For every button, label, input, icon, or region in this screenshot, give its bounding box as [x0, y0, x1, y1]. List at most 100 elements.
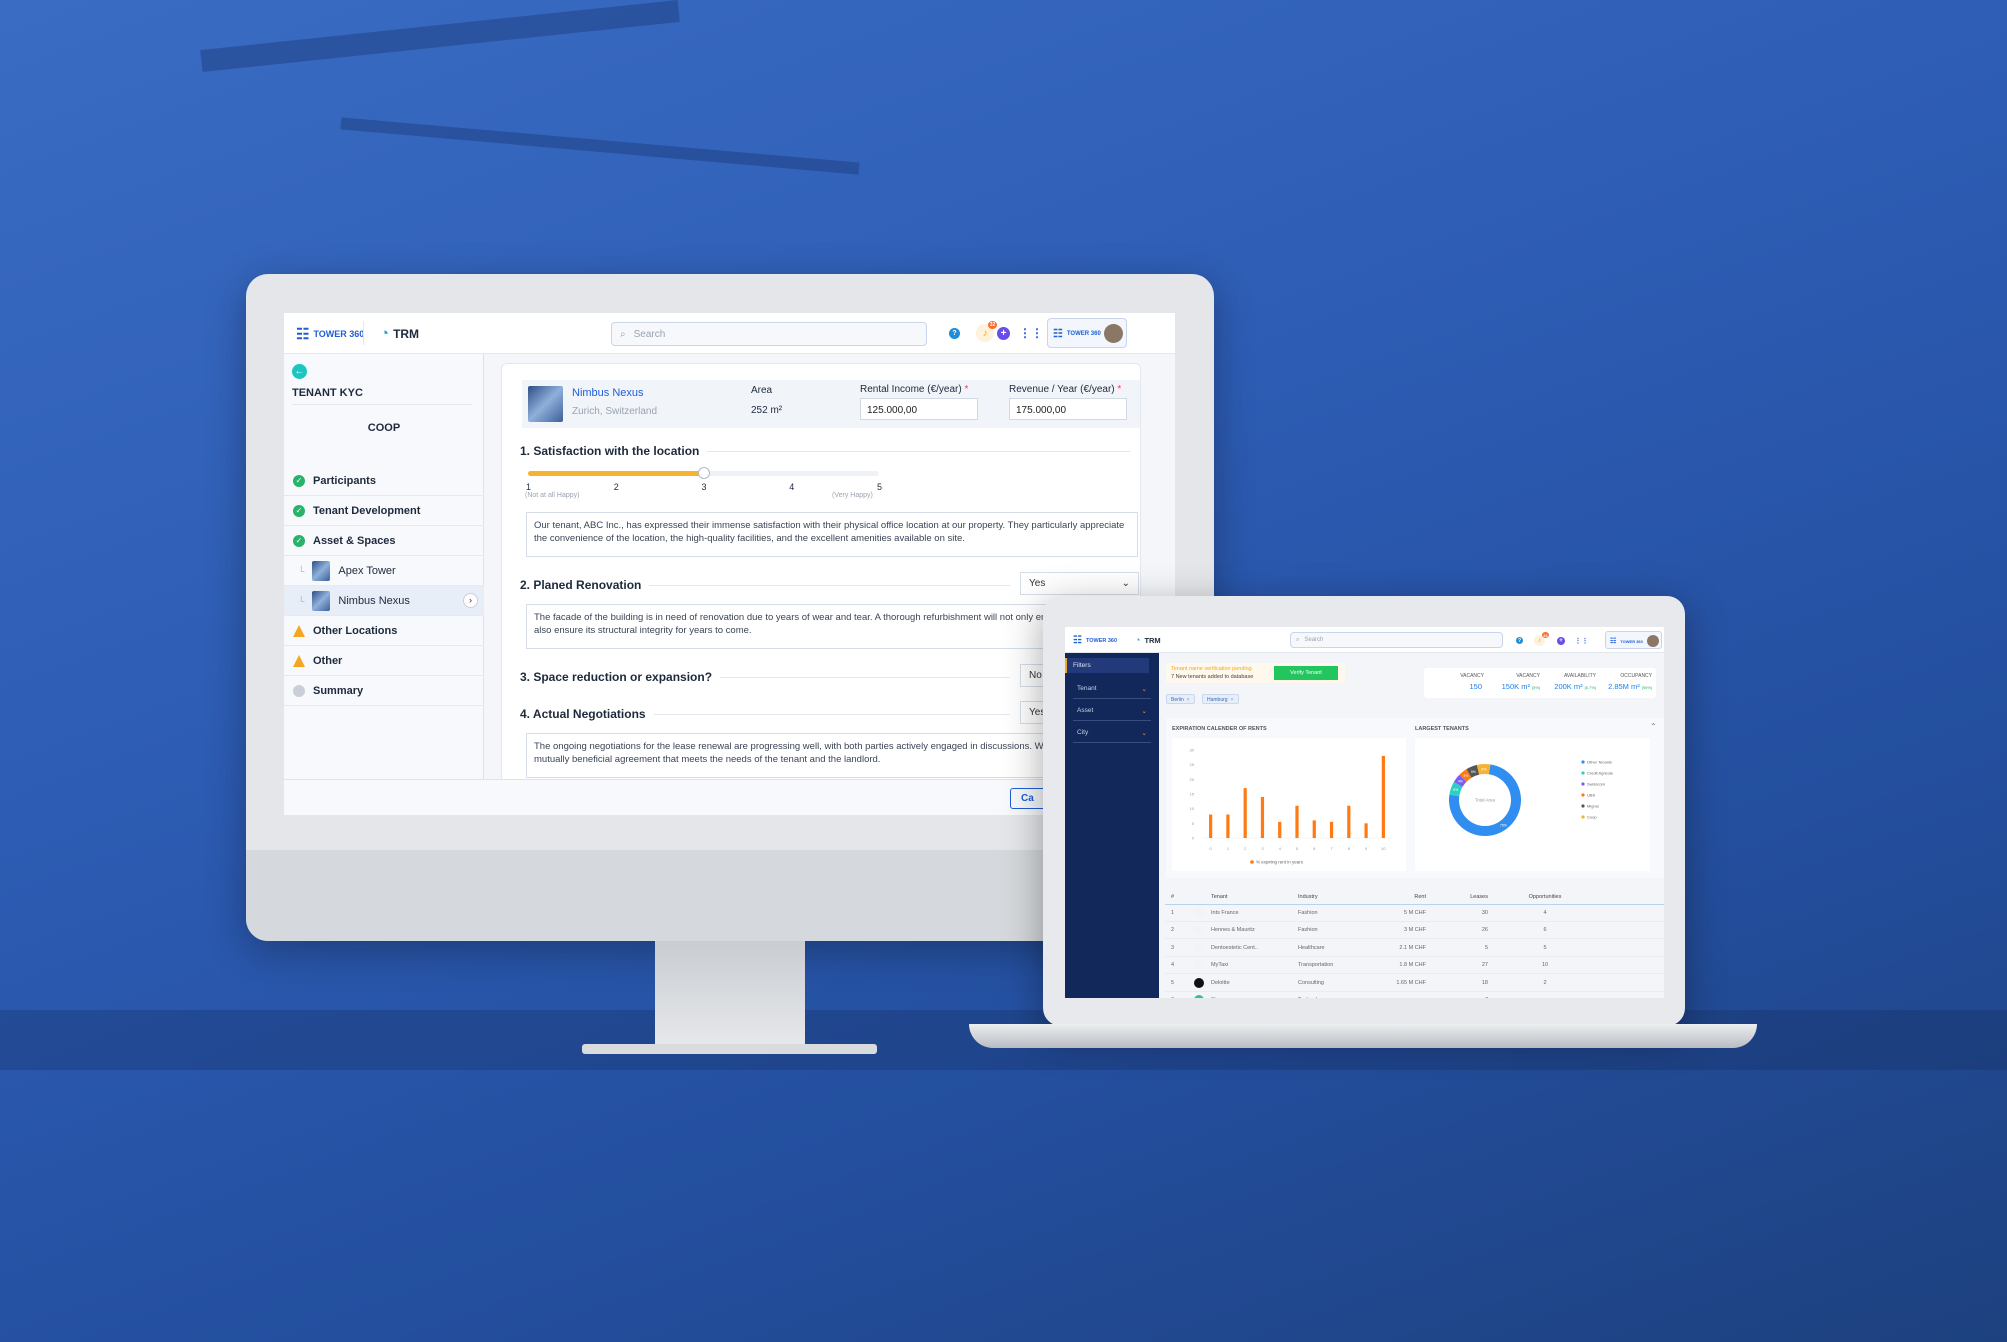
table-row[interactable]: 1 Ints France Fashion 5 M CHF 30 4 — [1165, 905, 1664, 922]
laptop-base — [969, 1024, 1757, 1048]
question-1-notes[interactable]: Our tenant, ABC Inc., has expressed thei… — [526, 512, 1138, 557]
property-name[interactable]: Nimbus Nexus — [572, 387, 644, 399]
column-header[interactable]: # — [1171, 894, 1174, 900]
filter-dropdown[interactable]: Asset ⌄ — [1073, 701, 1151, 721]
pending-circle-icon — [293, 684, 305, 697]
filter-chip[interactable]: Berlin × — [1166, 694, 1195, 704]
account-switcher[interactable]: ☷ TOWER 360 — [1605, 631, 1662, 649]
check-circle-icon: ✓ — [293, 474, 305, 487]
table-cell: Ints France — [1211, 910, 1239, 916]
back-button[interactable]: ← — [292, 364, 307, 379]
slice-label: 75% — [1500, 823, 1507, 827]
building-icon: ☷ — [296, 326, 310, 343]
filter-dropdown[interactable]: City ⌄ — [1073, 723, 1151, 743]
verify-tenant-button[interactable]: Verify Tenant — [1274, 666, 1338, 680]
table-cell: Transportation — [1298, 962, 1334, 969]
bar — [1347, 805, 1351, 838]
apps-grid-icon[interactable]: ⋮⋮ — [1575, 636, 1589, 645]
filter-chip[interactable]: Hamburg × — [1202, 694, 1239, 704]
table-row[interactable]: 3 Dentoestetic Cent.. Healthcare 2.1 M CHF 5… — [1165, 940, 1664, 957]
tenant-logo-icon — [1194, 925, 1204, 936]
building-icon: ☷ — [1073, 635, 1082, 646]
rental-income-input[interactable]: 125.000,00 — [860, 398, 978, 420]
apps-grid-icon[interactable]: ⋮⋮ — [1019, 326, 1043, 340]
area-label: Area — [751, 385, 773, 396]
filter-dropdown[interactable]: Tenant ⌄ — [1073, 679, 1151, 699]
add-icon[interactable]: + — [997, 327, 1010, 340]
kpi-card: VACANCY 150 — [1460, 673, 1484, 691]
slider-tick-label: 3 — [701, 482, 707, 492]
column-header[interactable]: Rent — [1414, 894, 1426, 900]
table-cell: Consulting — [1298, 979, 1324, 986]
sidebar-item[interactable]: └ Nimbus Nexus › — [284, 586, 484, 616]
search-input[interactable]: ⌕ Search — [611, 322, 927, 346]
column-header[interactable]: Opportunities — [1525, 894, 1565, 900]
bar — [1381, 755, 1385, 838]
help-icon[interactable]: ? — [949, 328, 960, 339]
add-icon[interactable]: + — [1557, 637, 1565, 645]
table-cell: Deloitte — [1211, 979, 1230, 986]
tenant-logo-icon — [1194, 960, 1204, 971]
account-switcher[interactable]: ☷ TOWER 360 — [1047, 318, 1127, 348]
sidebar-item[interactable]: ✓ Tenant Development — [284, 496, 484, 526]
table-row[interactable]: 2 Hennes & Mauritz Fashion 3 M CHF 26 6 — [1165, 922, 1664, 940]
tower360-logo[interactable]: ☷ TOWER 360 — [1073, 635, 1117, 646]
filters-sidebar: Filters Tenant ⌄ Asset ⌄ City ⌄ — [1065, 653, 1159, 998]
y-tick-label: 20 — [1190, 777, 1195, 782]
column-header[interactable]: Industry — [1298, 894, 1318, 900]
chevron-down-icon: ⌄ — [1121, 578, 1130, 589]
table-cell: 30 — [1481, 910, 1488, 916]
collapse-chevron-icon[interactable]: ⌃ — [1650, 722, 1657, 731]
trm-app[interactable]: ◔ TRM — [1135, 635, 1161, 645]
chevron-right-icon[interactable]: › — [463, 593, 478, 608]
sidebar-item[interactable]: Summary — [284, 676, 484, 706]
column-header[interactable]: Leases — [1470, 894, 1488, 900]
sidebar-item[interactable]: ✓ Participants — [284, 466, 484, 496]
legend-swatch — [1581, 804, 1585, 808]
y-tick-label: 15 — [1190, 792, 1195, 797]
table-cell: 10 — [1541, 962, 1549, 969]
close-icon[interactable]: × — [1187, 697, 1190, 703]
y-tick-label: 0 — [1192, 836, 1195, 841]
table-cell: 18 — [1481, 979, 1488, 986]
avatar[interactable] — [1647, 635, 1659, 647]
satisfaction-slider[interactable] — [528, 467, 879, 479]
table-cell: 1 — [1171, 910, 1175, 916]
slider-tick-label: 4 — [789, 482, 795, 492]
question-2-select[interactable]: Yes ⌄ — [1020, 572, 1139, 595]
table-row[interactable]: 4 MyTaxi Transportation 1.8 M CHF 27 10 — [1165, 957, 1664, 975]
bar — [1209, 814, 1213, 838]
sidebar-item[interactable]: Other — [284, 646, 484, 676]
question-1-title: 1. Satisfaction with the location — [520, 444, 1130, 458]
sidebar: ← TENANT KYC COOP ✓ Participants ✓ Tenant D… — [284, 354, 484, 815]
slider-tick-label: 1 — [526, 482, 532, 492]
sidebar-item[interactable]: └ Apex Tower — [284, 556, 484, 586]
sidebar-item[interactable]: ✓ Asset & Spaces — [284, 526, 484, 556]
legend-swatch — [1581, 760, 1585, 764]
close-icon[interactable]: × — [1231, 697, 1234, 703]
table-row[interactable]: 6 Siemens Technology 7 — [1165, 992, 1664, 998]
chevron-down-icon: ⌄ — [1141, 685, 1147, 693]
sidebar-item[interactable]: Other Locations — [284, 616, 484, 646]
avatar[interactable] — [1104, 324, 1123, 343]
building-icon: ☷ — [1053, 328, 1063, 340]
donut-center-label: Total Area — [1475, 798, 1496, 803]
table-row[interactable]: 5 Deloitte Consulting 1.65 M CHF 18 2 — [1165, 975, 1664, 992]
table-cell: 1.65 M CHF — [1396, 979, 1426, 986]
rental-income-label: Rental Income (€/year) * — [860, 384, 969, 395]
expiration-bar-chart: 0 5 10 15 20 25 30 0 1 2 3 4 5 6 7 8 9 10 % expiring rent … — [1172, 738, 1406, 871]
gauge-icon: ◔ — [380, 325, 390, 342]
slider-handle[interactable] — [697, 467, 710, 479]
tower360-logo[interactable]: ☷ TOWER 360 — [296, 325, 364, 343]
kpi-card: OCCUPANCY 2.85M m² [95%] — [1608, 673, 1652, 691]
x-tick-label: 7 — [1330, 846, 1333, 851]
help-icon[interactable]: ? — [1516, 637, 1523, 644]
trm-app[interactable]: ◔ TRM — [380, 325, 419, 342]
table-cell: 5 — [1171, 979, 1175, 986]
table-cell: MyTaxi — [1211, 962, 1229, 969]
table-cell: 5 — [1543, 944, 1547, 951]
revenue-input[interactable]: 175.000,00 — [1009, 398, 1127, 420]
search-input[interactable]: ⌕ Search — [1290, 632, 1503, 648]
column-header[interactable]: Tenant — [1211, 894, 1228, 900]
slider-fill — [528, 471, 704, 476]
